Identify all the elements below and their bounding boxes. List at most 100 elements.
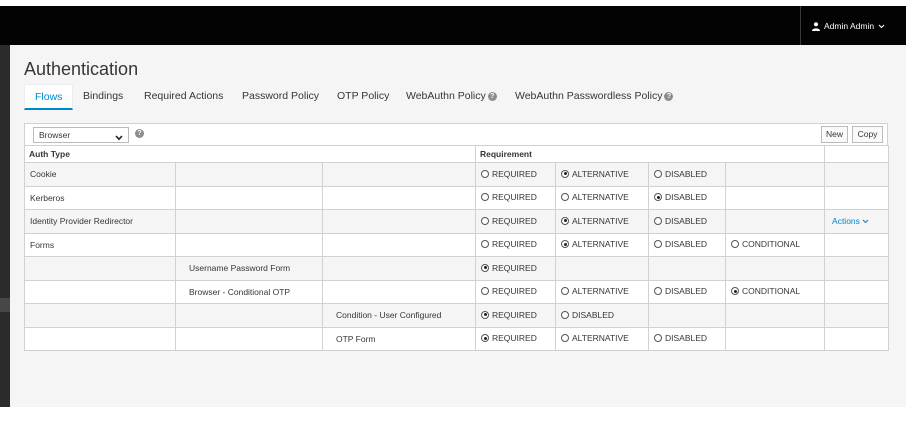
radio-icon — [654, 216, 662, 225]
user-icon — [812, 21, 820, 31]
auth-type-header: Auth Type — [24, 145, 476, 163]
table-row: Condition - User Configured REQUIRED DISAB… — [24, 303, 890, 328]
radio-icon — [561, 287, 569, 296]
table-row: Browser - Conditional OTP REQUIRED ALTERNA… — [24, 279, 890, 304]
requirement-radio-required[interactable]: REQUIRED — [481, 286, 537, 296]
requirement-radio-required[interactable]: REQUIRED — [481, 263, 537, 273]
requirement-radio-disabled[interactable]: DISABLED — [654, 216, 707, 226]
actions-cell — [824, 256, 890, 281]
requirement-cell: REQUIRED — [475, 279, 556, 304]
chevron-down-icon — [115, 131, 123, 145]
tab-webauthn-policy[interactable]: WebAuthn Policy? — [406, 84, 497, 110]
requirement-radio-conditional[interactable]: CONDITIONAL — [731, 239, 800, 249]
actions-cell — [824, 185, 890, 210]
radio-label: REQUIRED — [492, 286, 537, 297]
requirement-radio-alternative[interactable]: ALTERNATIVE — [561, 239, 629, 249]
radio-icon — [481, 240, 489, 249]
flow-select[interactable]: Browser — [33, 127, 129, 143]
requirement-radio-alternative[interactable]: ALTERNATIVE — [561, 216, 629, 226]
requirement-radio-alternative[interactable]: ALTERNATIVE — [561, 169, 629, 179]
actions-cell — [824, 232, 890, 257]
requirement-cell: DISABLED — [648, 279, 726, 304]
copy-button[interactable]: Copy — [852, 126, 883, 143]
requirement-cell: CONDITIONAL — [724, 279, 826, 304]
requirement-radio-disabled[interactable]: DISABLED — [654, 286, 707, 296]
actions-header — [824, 145, 890, 163]
tab-label: Required Actions — [144, 90, 224, 102]
tab-otp-policy[interactable]: OTP Policy — [337, 84, 389, 110]
tab-bindings[interactable]: Bindings — [83, 84, 123, 110]
auth-type-cell: Cookie — [24, 162, 176, 187]
requirement-radio-conditional[interactable]: CONDITIONAL — [731, 286, 800, 296]
tab-password-policy[interactable]: Password Policy — [242, 84, 319, 110]
top-navbar: Admin Admin — [0, 6, 906, 45]
table-row: Cookie REQUIRED ALTERNATIVE DISABLED — [24, 162, 890, 187]
requirement-radio-disabled[interactable]: DISABLED — [654, 333, 707, 343]
new-button[interactable]: New — [821, 126, 848, 143]
table-row: Kerberos REQUIRED ALTERNATIVE DISABLED — [24, 185, 890, 210]
auth-type-cell — [24, 279, 176, 304]
radio-icon — [481, 263, 489, 272]
auth-type-cell — [322, 185, 476, 210]
requirement-cell: REQUIRED — [475, 232, 556, 257]
tab-required-actions[interactable]: Required Actions — [144, 84, 223, 110]
radio-label: REQUIRED — [492, 309, 537, 320]
radio-label: REQUIRED — [492, 215, 537, 226]
help-icon[interactable]: ? — [135, 129, 144, 138]
actions-cell — [824, 162, 890, 187]
actions-cell — [824, 326, 890, 351]
requirement-cell: DISABLED — [648, 209, 726, 234]
requirement-cell — [724, 256, 826, 281]
requirement-radio-required[interactable]: REQUIRED — [481, 333, 537, 343]
radio-icon — [731, 287, 739, 296]
radio-label: DISABLED — [665, 286, 708, 297]
radio-icon — [561, 193, 569, 202]
radio-icon — [654, 287, 662, 296]
radio-label: REQUIRED — [492, 168, 537, 179]
actions-dropdown[interactable]: Actions — [830, 216, 869, 226]
help-icon[interactable]: ? — [487, 92, 497, 101]
requirement-radio-alternative[interactable]: ALTERNATIVE — [561, 192, 629, 202]
radio-label: DISABLED — [665, 239, 708, 250]
requirement-cell — [648, 256, 726, 281]
requirement-header: Requirement — [474, 145, 826, 163]
page-title: Authentication — [24, 59, 139, 79]
requirement-radio-required[interactable]: REQUIRED — [481, 169, 537, 179]
radio-icon — [561, 240, 569, 249]
requirement-radio-required[interactable]: REQUIRED — [481, 192, 537, 202]
requirement-cell: ALTERNATIVE — [555, 279, 649, 304]
user-menu[interactable]: Admin Admin — [812, 20, 885, 32]
tab-label: OTP Policy — [337, 90, 390, 102]
requirement-radio-alternative[interactable]: ALTERNATIVE — [561, 286, 629, 296]
requirement-cell: ALTERNATIVE — [555, 232, 649, 257]
requirement-radio-required[interactable]: REQUIRED — [481, 239, 537, 249]
help-icon[interactable]: ? — [664, 92, 674, 101]
requirement-radio-required[interactable]: REQUIRED — [481, 216, 537, 226]
requirement-radio-disabled[interactable]: DISABLED — [654, 239, 707, 249]
auth-type-cell — [24, 256, 176, 281]
requirement-radio-disabled[interactable]: DISABLED — [654, 192, 707, 202]
requirement-cell: DISABLED — [555, 303, 649, 328]
table-row: Username Password Form REQUIRED — [24, 256, 890, 281]
table-header-row: Auth Type Requirement — [24, 145, 890, 163]
radio-label: CONDITIONAL — [742, 239, 801, 250]
actions-cell — [824, 303, 890, 328]
requirement-radio-disabled[interactable]: DISABLED — [561, 310, 614, 320]
auth-type-cell: Browser - Conditional OTP — [175, 279, 323, 304]
actions-cell — [824, 279, 890, 304]
auth-type-cell: Identity Provider Redirector — [24, 209, 176, 234]
auth-type-cell — [175, 185, 323, 210]
requirement-cell: REQUIRED — [475, 303, 556, 328]
tab-webauthn-passwordless-policy[interactable]: WebAuthn Passwordless Policy? — [515, 84, 674, 110]
tab-label: WebAuthn Passwordless Policy — [515, 90, 663, 102]
radio-label: REQUIRED — [492, 333, 537, 344]
requirement-radio-alternative[interactable]: ALTERNATIVE — [561, 333, 629, 343]
requirement-radio-disabled[interactable]: DISABLED — [654, 169, 707, 179]
flow-select-value: Browser — [39, 130, 71, 140]
requirement-cell: ALTERNATIVE — [555, 209, 649, 234]
requirement-cell — [724, 326, 826, 351]
bottom-gap — [0, 407, 906, 421]
auth-type-cell — [24, 326, 176, 351]
requirement-radio-required[interactable]: REQUIRED — [481, 310, 537, 320]
tab-flows[interactable]: Flows — [24, 84, 74, 110]
